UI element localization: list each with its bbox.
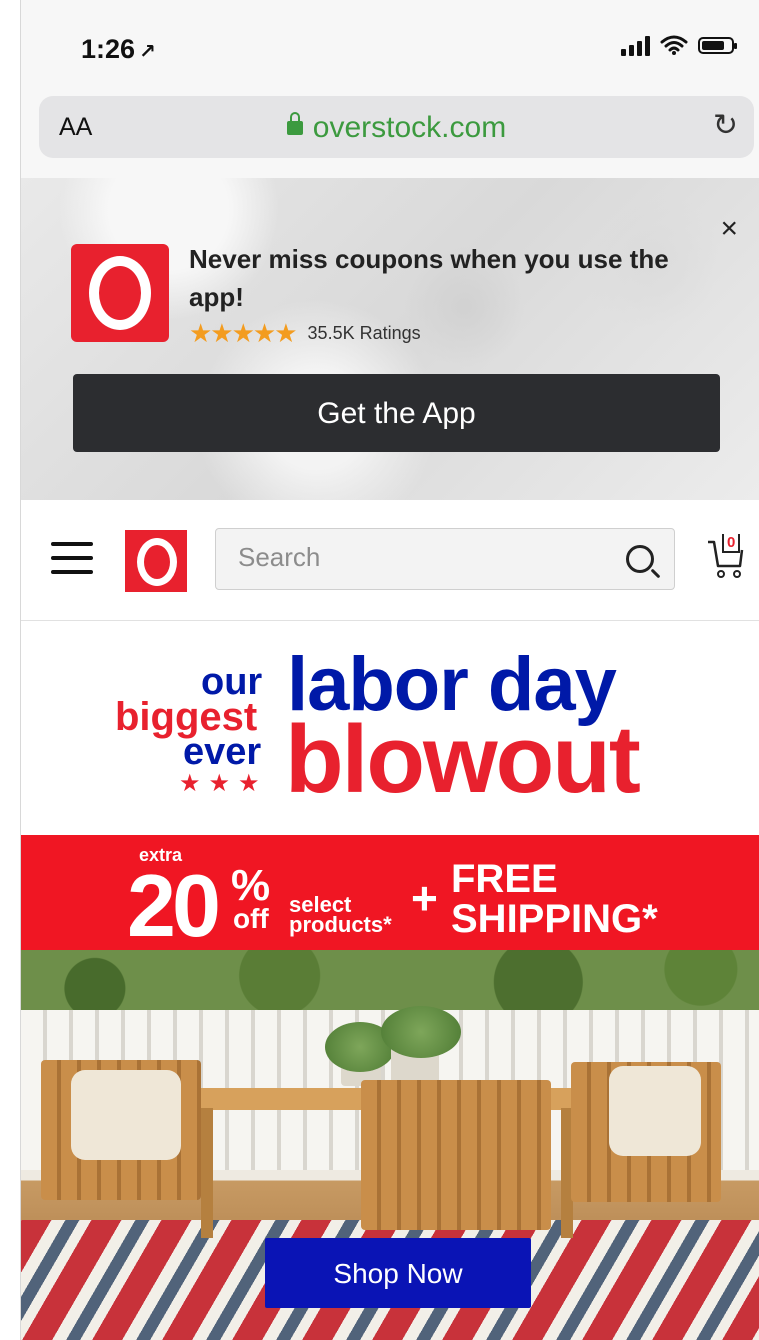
status-time: 1:26 ↗	[81, 34, 156, 65]
url-display[interactable]: overstock.com	[39, 111, 754, 145]
get-the-app-button[interactable]: Get the App	[73, 374, 720, 452]
deal-banner[interactable]: extra 20 % off select products* + FREE S…	[21, 835, 759, 955]
deal-plus: +	[411, 872, 438, 924]
cart-count: 0	[722, 534, 741, 553]
patio-chair-center	[361, 1080, 551, 1230]
wifi-icon	[660, 35, 688, 55]
deal-amount: 20	[127, 856, 221, 955]
chair-cushion-left	[71, 1070, 181, 1160]
overstock-app-icon	[71, 244, 169, 342]
deal-free-line1: FREE	[451, 857, 558, 901]
headline-stars-icon: ★★★	[179, 770, 268, 797]
browser-toolbar: AA overstock.com ↻	[21, 92, 759, 178]
url-text: overstock.com	[312, 111, 507, 144]
headline-ever: ever	[183, 731, 262, 773]
search-icon[interactable]	[626, 545, 654, 573]
site-header: 0	[21, 500, 759, 621]
promo-title: Never miss coupons when you use the app!	[189, 244, 669, 312]
overstock-logo[interactable]	[125, 530, 187, 592]
app-rating: ★★★★★ 35.5K Ratings	[189, 318, 421, 349]
deal-free-shipping: FREE SHIPPING*	[451, 859, 658, 939]
lock-icon	[286, 112, 303, 135]
trees-background	[21, 950, 759, 1014]
battery-icon	[698, 36, 737, 54]
ratings-count: 35.5K Ratings	[307, 323, 421, 343]
close-icon[interactable]: ×	[720, 212, 738, 246]
app-promo-banner: × Never miss coupons when you use the ap…	[21, 178, 759, 500]
chair-cushion-right	[609, 1066, 701, 1156]
phone-screen: 1:26 ↗ AA overstock.com ↻ × Never miss c…	[20, 0, 759, 1340]
status-bar: 1:26 ↗	[21, 0, 759, 92]
location-arrow-icon: ↗	[139, 41, 156, 63]
deal-off: off	[233, 903, 269, 934]
time-text: 1:26	[81, 34, 136, 64]
deal-select-products: select products*	[289, 894, 392, 937]
menu-icon[interactable]	[51, 542, 93, 574]
system-icons	[621, 34, 737, 56]
address-bar[interactable]: AA overstock.com ↻	[39, 96, 754, 158]
cart-icon[interactable]: 0	[706, 534, 746, 580]
labor-day-headline[interactable]: our biggest ever ★★★ labor day blowout	[21, 621, 759, 835]
search-input[interactable]	[236, 541, 600, 574]
headline-blowout: blowout	[285, 706, 641, 813]
rating-stars-icon: ★★★★★	[189, 318, 298, 348]
shop-now-button[interactable]: Shop Now	[265, 1238, 531, 1308]
potted-plant-large	[381, 1006, 461, 1058]
search-box	[215, 528, 675, 590]
reload-icon[interactable]: ↻	[713, 108, 738, 143]
deal-select-line2: products*	[289, 912, 392, 937]
hero-patio-image[interactable]: Shop Now	[21, 950, 759, 1340]
deal-free-line2: SHIPPING*	[451, 897, 658, 941]
cellular-signal-icon	[621, 34, 650, 56]
